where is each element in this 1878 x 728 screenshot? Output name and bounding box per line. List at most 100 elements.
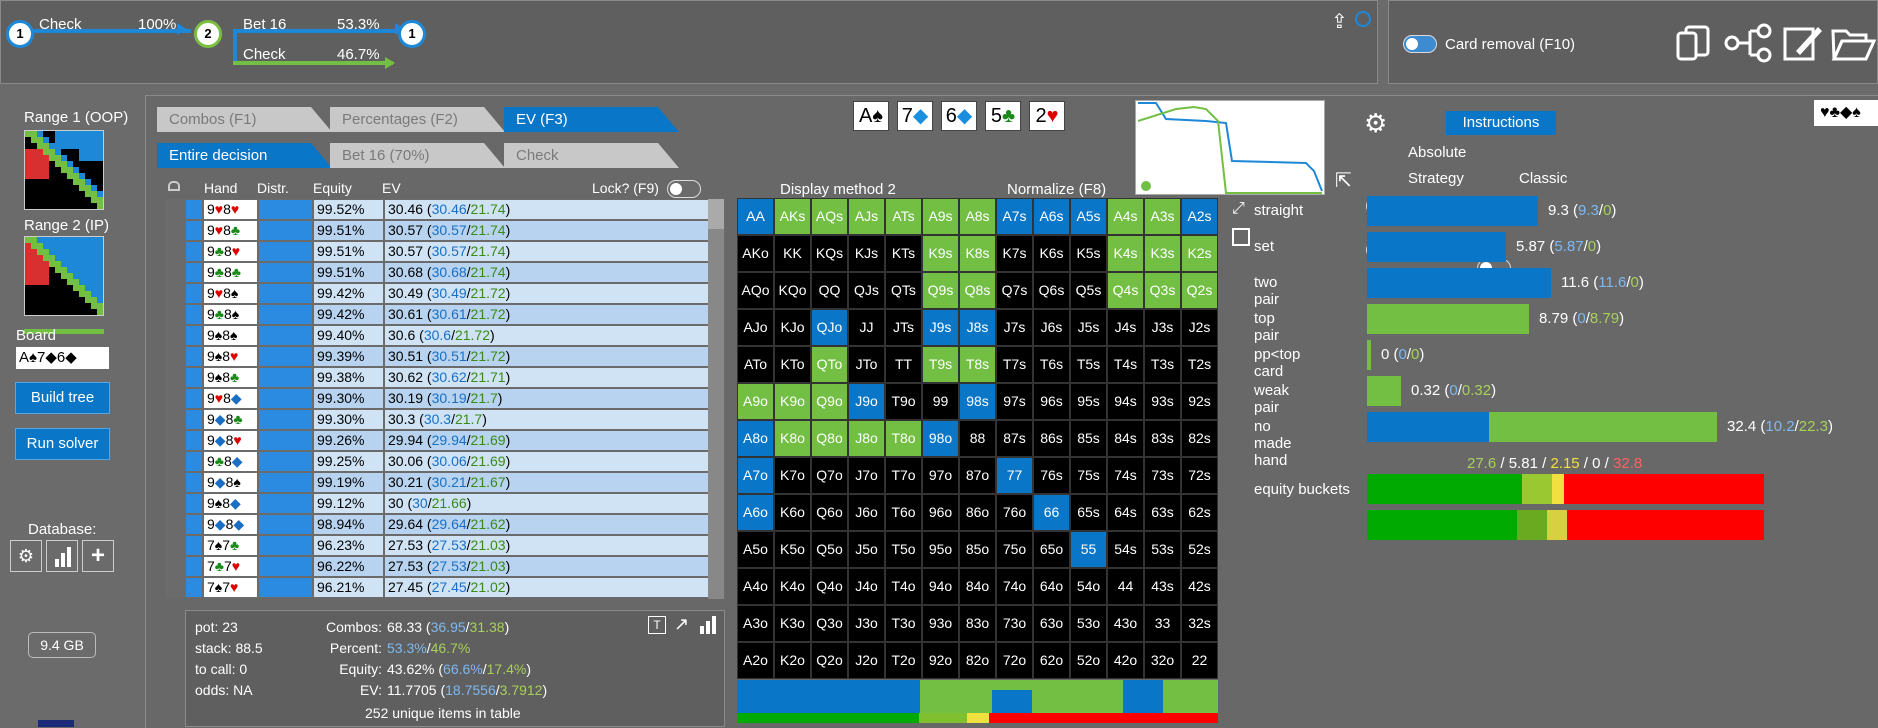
hand-cell[interactable]: 76o — [996, 494, 1033, 531]
hand-cell[interactable]: 98s — [959, 383, 996, 420]
hand-cell[interactable]: K5s — [1070, 235, 1107, 272]
hand-cell[interactable]: T3o — [885, 605, 922, 642]
build-tree-button[interactable]: Build tree — [15, 382, 110, 414]
hand-cell[interactable]: 64s — [1107, 494, 1144, 531]
row-lock-icon[interactable] — [165, 577, 185, 598]
row-lock-icon[interactable] — [165, 556, 185, 577]
hand-cell[interactable]: 88 — [959, 420, 996, 457]
hand-cell[interactable]: A9s — [922, 198, 959, 235]
hand-cell[interactable]: 73o — [996, 605, 1033, 642]
hand-cell[interactable]: 93o — [922, 605, 959, 642]
table-row[interactable]: 7♠7♥ 96.21% 27.45 (27.45/21.02) — [165, 577, 725, 598]
hand-cell[interactable]: J5s — [1070, 309, 1107, 346]
hand-cell[interactable]: KQs — [811, 235, 848, 272]
bar-chart-icon[interactable] — [46, 540, 78, 572]
hand-cell[interactable]: 96s — [1033, 383, 1070, 420]
hand-cell[interactable]: T6s — [1033, 346, 1070, 383]
hand-cell[interactable]: J9s — [922, 309, 959, 346]
col-header-distr[interactable]: Distr. — [257, 180, 289, 196]
instructions-button[interactable]: Instructions — [1446, 111, 1556, 135]
tab-entire-decision[interactable]: Entire decision — [157, 143, 332, 168]
hand-cell[interactable]: AA — [737, 198, 774, 235]
row-lock-icon[interactable] — [165, 493, 185, 514]
hand-cell[interactable]: 77 — [996, 457, 1033, 494]
hand-cell[interactable]: 86o — [959, 494, 996, 531]
hand-cell[interactable]: J8s — [959, 309, 996, 346]
table-row[interactable]: 9♣8♣ 99.51% 30.68 (30.68/21.74) — [165, 262, 725, 283]
add-icon[interactable]: + — [82, 540, 114, 572]
hand-cell[interactable]: 87o — [959, 457, 996, 494]
text-icon[interactable]: T — [648, 616, 666, 634]
hand-cell[interactable]: A4o — [737, 568, 774, 605]
hand-cell[interactable]: A6s — [1033, 198, 1070, 235]
hand-cell[interactable]: J9o — [848, 383, 885, 420]
hand-cell[interactable]: 93s — [1144, 383, 1181, 420]
run-solver-button[interactable]: Run solver — [15, 428, 110, 460]
hand-cell[interactable]: K3o — [774, 605, 811, 642]
hand-cell[interactable]: 22 — [1181, 642, 1218, 679]
hand-cell[interactable]: KTo — [774, 346, 811, 383]
hand-cell[interactable]: T9s — [922, 346, 959, 383]
popout-icon[interactable]: ⇱ — [1335, 168, 1352, 193]
hand-cell[interactable]: T6o — [885, 494, 922, 531]
hand-cell[interactable]: 85s — [1070, 420, 1107, 457]
hand-cell[interactable]: Q8s — [959, 272, 996, 309]
hand-cell[interactable]: A7o — [737, 457, 774, 494]
edit-icon[interactable] — [1782, 23, 1822, 63]
hand-cell[interactable]: 72s — [1181, 457, 1218, 494]
table-row[interactable]: 9♥8♣ 99.51% 30.57 (30.57/21.74) — [165, 220, 725, 241]
hand-cell[interactable]: 62o — [1033, 642, 1070, 679]
hand-cell[interactable]: J7o — [848, 457, 885, 494]
col-header-ev[interactable]: EV — [382, 180, 401, 196]
upload-icon[interactable]: ⇪ — [1331, 9, 1348, 34]
tab-bet16[interactable]: Bet 16 (70%) — [330, 143, 505, 168]
hand-cell[interactable]: Q5s — [1070, 272, 1107, 309]
hand-cell[interactable]: QJs — [848, 272, 885, 309]
row-lock-icon[interactable] — [165, 409, 185, 430]
hand-cell[interactable]: AQs — [811, 198, 848, 235]
row-lock-icon[interactable] — [165, 430, 185, 451]
board-card[interactable]: 5♣ — [985, 101, 1021, 131]
hand-cell[interactable]: 33 — [1144, 605, 1181, 642]
tree-structure-icon[interactable] — [1724, 23, 1774, 63]
hand-cell[interactable]: QJo — [811, 309, 848, 346]
hand-cell[interactable]: A3s — [1144, 198, 1181, 235]
table-row[interactable]: 9♥8◆ 99.30% 30.19 (30.19/21.7) — [165, 388, 725, 409]
hand-cell[interactable]: J5o — [848, 531, 885, 568]
row-lock-icon[interactable] — [165, 199, 185, 220]
hand-cell[interactable]: Q6o — [811, 494, 848, 531]
hand-cell[interactable]: J6s — [1033, 309, 1070, 346]
hand-cell[interactable]: 75s — [1070, 457, 1107, 494]
hand-cell[interactable]: J2s — [1181, 309, 1218, 346]
hand-cell[interactable]: 52s — [1181, 531, 1218, 568]
hand-cell[interactable]: 42o — [1107, 642, 1144, 679]
table-row[interactable]: 9♠8♣ 99.38% 30.62 (30.62/21.71) — [165, 367, 725, 388]
hand-cell[interactable]: Q2s — [1181, 272, 1218, 309]
hand-cell[interactable]: 72o — [996, 642, 1033, 679]
table-row[interactable]: 9♠8♠ 99.40% 30.6 (30.6/21.72) — [165, 325, 725, 346]
hand-cell[interactable]: 74s — [1107, 457, 1144, 494]
hand-cell[interactable]: JTs — [885, 309, 922, 346]
table-row[interactable]: 9♣8◆ 99.25% 30.06 (30.06/21.69) — [165, 451, 725, 472]
suit-filter-button[interactable]: ♥♣◆♠ — [1814, 100, 1878, 126]
table-row[interactable]: 7♣7♥ 96.22% 27.53 (27.53/21.03) — [165, 556, 725, 577]
hand-cell[interactable]: 62s — [1181, 494, 1218, 531]
hand-cell[interactable]: T5s — [1070, 346, 1107, 383]
hand-cell[interactable]: T7o — [885, 457, 922, 494]
hand-cell[interactable]: J7s — [996, 309, 1033, 346]
hand-cell[interactable]: JTo — [848, 346, 885, 383]
hand-cell[interactable]: 95s — [1070, 383, 1107, 420]
table-row[interactable]: 9♣8♥ 99.51% 30.57 (30.57/21.74) — [165, 241, 725, 262]
hand-cell[interactable]: KQo — [774, 272, 811, 309]
tab-percentages[interactable]: Percentages (F2) — [330, 107, 505, 132]
hand-cell[interactable]: J6o — [848, 494, 885, 531]
hand-cell[interactable]: 66 — [1033, 494, 1070, 531]
board-input[interactable]: A♠7◆6◆ — [16, 347, 109, 369]
hand-cell[interactable]: Q6s — [1033, 272, 1070, 309]
row-lock-icon[interactable] — [165, 388, 185, 409]
board-card[interactable]: 2♥ — [1029, 101, 1065, 131]
hand-cell[interactable]: 52o — [1070, 642, 1107, 679]
hand-cell[interactable]: ATs — [885, 198, 922, 235]
hand-cell[interactable]: 65s — [1070, 494, 1107, 531]
external-link-icon[interactable]: ↗ — [674, 614, 689, 635]
